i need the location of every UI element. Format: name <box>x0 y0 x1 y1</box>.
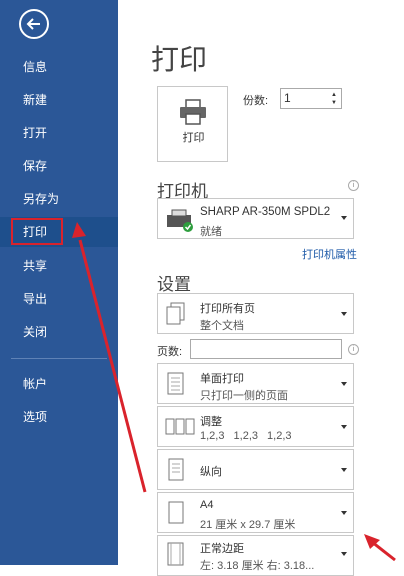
print-panel: 打印 打印 份数: 1 ▲ ▼ 打印机 i SHARP AR-350M SPDL2… <box>118 0 404 576</box>
info-icon[interactable]: i <box>348 344 359 355</box>
printer-select[interactable]: SHARP AR-350M SPDL2 就绪 <box>157 198 354 239</box>
margins-title: 正常边距 <box>200 543 244 555</box>
sidebar-item-options[interactable]: 选项 <box>0 402 118 432</box>
backstage-sidebar: 信息 新建 打开 保存 另存为 打印 共享 导出 关闭 帐户 选项 <box>0 0 118 565</box>
sides-subtitle: 只打印一侧的页面 <box>200 390 288 402</box>
printer-status: 就绪 <box>200 226 222 238</box>
settings-section-title: 设置 <box>157 275 191 294</box>
sidebar-item-open[interactable]: 打开 <box>0 118 118 148</box>
copies-label: 份数: <box>243 95 269 107</box>
sidebar-item-export[interactable]: 导出 <box>0 284 118 314</box>
collate-title: 调整 <box>200 416 222 428</box>
orientation-title: 纵向 <box>200 466 222 478</box>
printer-name: SHARP AR-350M SPDL2 <box>200 206 331 218</box>
sides-title: 单面打印 <box>200 373 244 385</box>
sidebar-item-save[interactable]: 保存 <box>0 151 118 181</box>
spinner-arrows-icon[interactable]: ▲ ▼ <box>331 91 339 107</box>
print-button[interactable]: 打印 <box>157 86 228 162</box>
chevron-down-icon <box>341 425 347 429</box>
single-page-icon <box>167 372 184 395</box>
paper-icon <box>168 501 184 524</box>
chevron-down-icon <box>341 312 347 316</box>
chevron-down-icon <box>341 552 347 556</box>
orientation-select[interactable]: 纵向 <box>157 449 354 490</box>
sidebar-item-new[interactable]: 新建 <box>0 85 118 115</box>
collate-subtitle: 1,2,3 1,2,3 1,2,3 <box>200 430 292 442</box>
paper-size-subtitle: 21 厘米 x 29.7 厘米 <box>200 519 296 531</box>
printer-properties-link[interactable]: 打印机属性 <box>302 246 357 262</box>
print-range-select[interactable]: 打印所有页 整个文档 <box>157 293 354 334</box>
portrait-icon <box>168 458 184 481</box>
info-icon[interactable]: i <box>348 180 359 191</box>
sidebar-item-close[interactable]: 关闭 <box>0 317 118 347</box>
paper-size-title: A4 <box>200 499 214 511</box>
sidebar-item-save-as[interactable]: 另存为 <box>0 184 118 214</box>
paper-size-select[interactable]: A4 21 厘米 x 29.7 厘米 <box>157 492 354 533</box>
sidebar-divider <box>11 358 107 359</box>
chevron-down-icon <box>341 511 347 515</box>
printer-icon <box>180 99 206 125</box>
margins-select[interactable]: 正常边距 左: 3.18 厘米 右: 3.18... <box>157 535 354 576</box>
sides-select[interactable]: 单面打印 只打印一侧的页面 <box>157 363 354 404</box>
page-title: 打印 <box>151 44 208 75</box>
margins-icon <box>167 542 184 566</box>
copies-value: 1 <box>284 91 291 105</box>
pages-input[interactable] <box>190 339 342 359</box>
chevron-down-icon <box>341 468 347 472</box>
collate-select[interactable]: 调整 1,2,3 1,2,3 1,2,3 <box>157 406 354 447</box>
sidebar-item-print[interactable]: 打印 <box>0 217 118 247</box>
chevron-down-icon <box>341 216 347 220</box>
print-range-subtitle: 整个文档 <box>200 320 244 332</box>
margins-subtitle: 左: 3.18 厘米 右: 3.18... <box>200 560 315 572</box>
sidebar-item-account[interactable]: 帐户 <box>0 369 118 399</box>
copies-stepper[interactable]: 1 ▲ ▼ <box>280 88 342 109</box>
pages-icon <box>166 302 185 325</box>
chevron-down-icon <box>341 382 347 386</box>
print-button-label: 打印 <box>182 132 205 144</box>
collate-icon <box>165 418 195 435</box>
back-arrow-icon[interactable] <box>19 9 49 39</box>
pages-label: 页数: <box>157 346 183 358</box>
sidebar-item-share[interactable]: 共享 <box>0 251 118 281</box>
sidebar-item-info[interactable]: 信息 <box>0 52 118 82</box>
print-range-title: 打印所有页 <box>200 303 255 315</box>
printer-device-icon <box>167 209 193 232</box>
